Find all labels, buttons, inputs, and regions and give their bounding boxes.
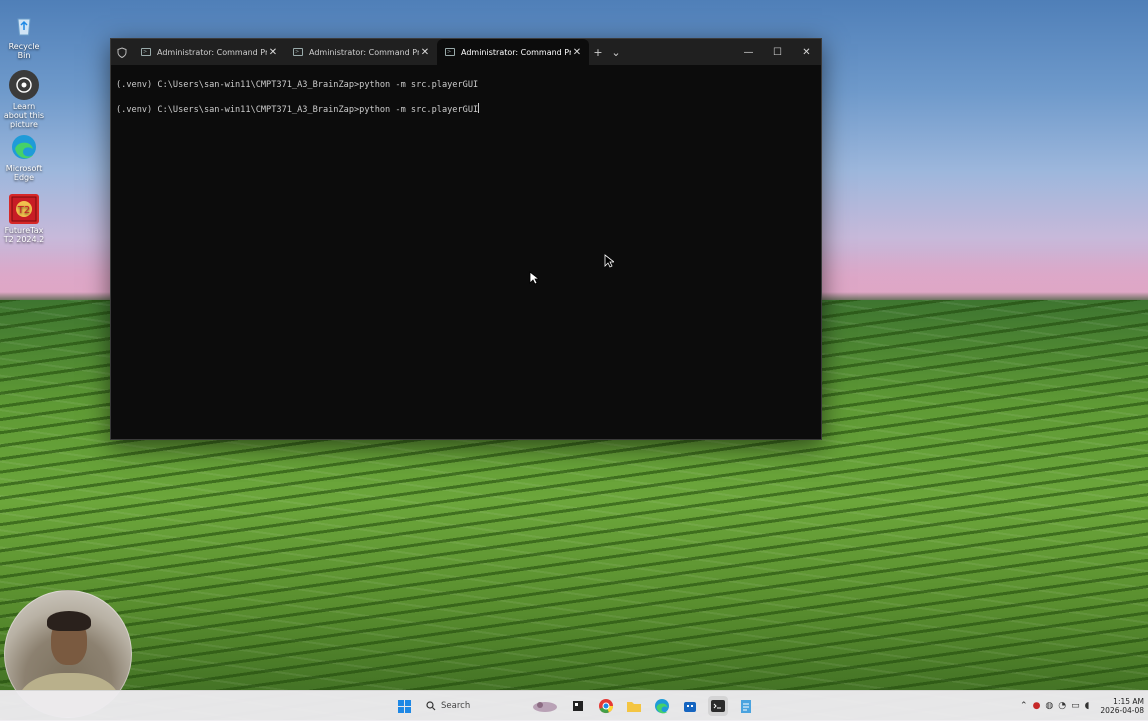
t2-tax-icon: T2 <box>9 194 39 224</box>
text-cursor <box>478 103 480 113</box>
wifi-icon[interactable]: ◔ <box>1058 701 1066 711</box>
start-button[interactable] <box>394 696 414 716</box>
mouse-pointer-ghost-icon <box>604 254 614 268</box>
recycle-bin-icon <box>9 10 39 40</box>
console-line: (.venv) C:\Users\san-win11\CMPT371_A3_Br… <box>116 80 479 90</box>
taskbar-center: Search <box>394 691 756 721</box>
clock-time: 1:15 AM <box>1113 697 1144 706</box>
command-prompt-icon: > <box>141 48 151 56</box>
desktop-icon-futuretax[interactable]: T2 FutureTax T2 2024.2 <box>2 194 46 244</box>
admin-shield-icon <box>111 39 133 65</box>
desktop-icon-label: Microsoft Edge <box>5 164 43 182</box>
terminal-tab-3-active[interactable]: > Administrator: Command Pro ✕ <box>437 39 589 65</box>
desktop-icon-learn-about-picture[interactable]: Learn about this picture <box>2 70 46 129</box>
taskbar-clock[interactable]: 1:15 AM 2026-04-08 <box>1100 697 1144 715</box>
search-placeholder: Search <box>441 701 471 711</box>
chevron-up-icon[interactable]: ⌃ <box>1020 701 1028 711</box>
clock-date: 2026-04-08 <box>1100 706 1144 715</box>
close-button[interactable]: ✕ <box>792 39 821 65</box>
taskbar: Search ⌃ ● ◍ ◔ ▭ ◖ 1:15 AM 2026-04-08 <box>0 690 1148 721</box>
camera-lens-icon <box>9 70 39 100</box>
maximize-button[interactable]: ☐ <box>763 39 792 65</box>
battery-icon[interactable]: ▭ <box>1071 701 1080 711</box>
webcam-person-hair <box>47 611 91 631</box>
security-shield-icon[interactable]: ● <box>1033 701 1041 711</box>
terminal-window[interactable]: > Administrator: Command Pron ✕ > Admini… <box>110 38 822 440</box>
widgets-icon[interactable] <box>530 696 560 716</box>
windows-logo-icon <box>397 699 411 713</box>
new-tab-button[interactable]: + <box>589 39 607 65</box>
terminal-titlebar[interactable]: > Administrator: Command Pron ✕ > Admini… <box>111 39 821 65</box>
desktop-icon-label: Recycle Bin <box>8 42 40 60</box>
tab-dropdown-button[interactable]: ⌄ <box>607 39 625 65</box>
notepad-icon[interactable] <box>736 696 756 716</box>
tab-close-icon[interactable]: ✕ <box>267 47 279 58</box>
edge-icon[interactable] <box>652 696 672 716</box>
tab-label: Administrator: Command Pron <box>157 47 267 57</box>
terminal-console[interactable]: (.venv) C:\Users\san-win11\CMPT371_A3_Br… <box>111 65 821 116</box>
desktop-icon-label: FutureTax T2 2024.2 <box>3 226 45 244</box>
folder-icon[interactable] <box>624 696 644 716</box>
terminal-tab-2[interactable]: > Administrator: Command Pron ✕ <box>285 39 437 65</box>
chrome-icon[interactable] <box>596 696 616 716</box>
network-icon[interactable]: ◍ <box>1045 701 1053 711</box>
command-prompt-icon: > <box>445 48 455 56</box>
minimize-button[interactable]: — <box>734 39 763 65</box>
mouse-pointer-icon <box>529 271 539 285</box>
tab-label: Administrator: Command Pron <box>309 47 419 57</box>
system-tray: ⌃ ● ◍ ◔ ▭ ◖ 1:15 AM 2026-04-08 <box>1020 691 1144 721</box>
desktop-icon-edge[interactable]: Microsoft Edge <box>2 132 46 182</box>
speaker-icon[interactable]: ◖ <box>1085 701 1090 711</box>
terminal-icon[interactable] <box>708 696 728 716</box>
tab-close-icon[interactable]: ✕ <box>571 47 583 58</box>
store-icon[interactable] <box>680 696 700 716</box>
search-icon <box>426 701 436 711</box>
command-prompt-icon: > <box>293 48 303 56</box>
window-controls: — ☐ ✕ <box>734 39 821 65</box>
svg-text:T2: T2 <box>17 205 30 216</box>
taskbar-search[interactable]: Search <box>422 696 522 716</box>
tab-close-icon[interactable]: ✕ <box>419 47 431 58</box>
console-line-text: (.venv) C:\Users\san-win11\CMPT371_A3_Br… <box>116 105 479 115</box>
desktop-icon-label: Learn about this picture <box>3 102 45 129</box>
edge-icon <box>9 132 39 162</box>
tab-label: Administrator: Command Pro <box>461 47 571 57</box>
desktop-icon-recycle-bin[interactable]: Recycle Bin <box>2 10 46 60</box>
console-line-current: (.venv) C:\Users\san-win11\CMPT371_A3_Br… <box>116 103 815 116</box>
terminal-tab-1[interactable]: > Administrator: Command Pron ✕ <box>133 39 285 65</box>
file-explorer-icon[interactable] <box>568 696 588 716</box>
